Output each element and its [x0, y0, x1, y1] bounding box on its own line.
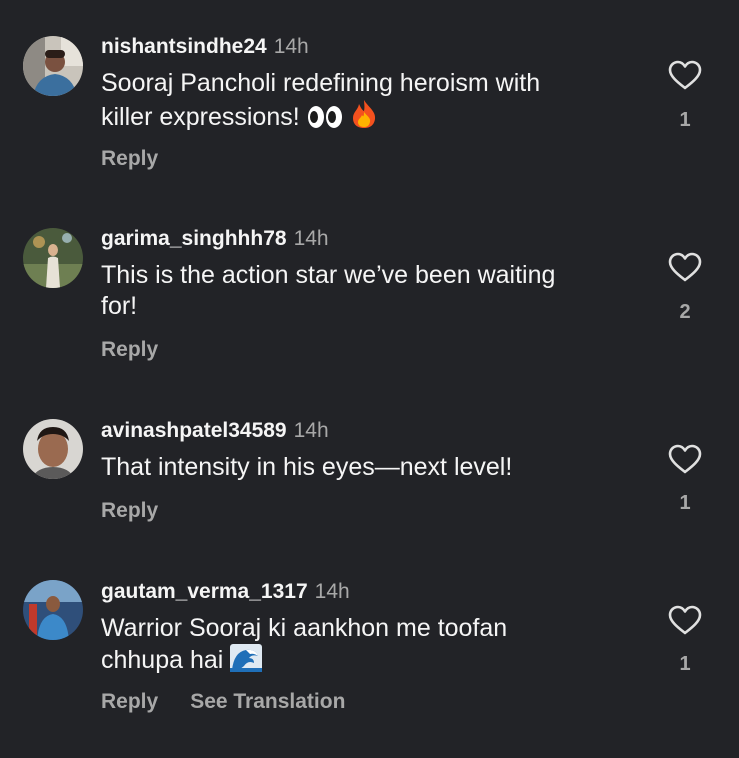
- reply-button[interactable]: Reply: [101, 147, 158, 170]
- reply-button[interactable]: Reply: [101, 338, 158, 361]
- reply-button[interactable]: Reply: [101, 690, 158, 713]
- heart-icon[interactable]: [668, 605, 702, 635]
- comment-text: This is the action star we’ve been waiti…: [101, 260, 641, 322]
- comment-text-body: This is the action star we’ve been waiti…: [101, 261, 556, 320]
- heart-icon[interactable]: [668, 444, 702, 474]
- avatar-photo-icon: [23, 419, 83, 479]
- avatar-photo-icon: [23, 228, 83, 288]
- fire-emoji-icon: [350, 99, 378, 137]
- comment-actions: Reply: [101, 498, 158, 524]
- username[interactable]: avinashpatel34589: [101, 419, 287, 442]
- username-line: gautam_verma_1317 14h: [101, 579, 350, 605]
- heart-icon[interactable]: [668, 60, 702, 90]
- timestamp: 14h: [273, 35, 309, 58]
- username[interactable]: gautam_verma_1317: [101, 580, 308, 603]
- avatar[interactable]: [23, 419, 83, 479]
- avatar[interactable]: [23, 228, 83, 288]
- comment-text: Sooraj Pancholi redefining heroism with …: [101, 68, 641, 137]
- like-count: 1: [679, 492, 691, 514]
- avatar-photo-icon: [23, 36, 83, 96]
- username-line: garima_singhhh78 14h: [101, 226, 329, 252]
- username[interactable]: garima_singhhh78: [101, 227, 287, 250]
- eyes-emoji-icon: [307, 105, 343, 137]
- avatar-photo-icon: [23, 580, 83, 640]
- reply-button[interactable]: Reply: [101, 499, 158, 522]
- username[interactable]: nishantsindhe24: [101, 35, 267, 58]
- avatar[interactable]: [23, 580, 83, 640]
- timestamp: 14h: [293, 227, 329, 250]
- like-count: 1: [679, 653, 691, 675]
- comment-text: That intensity in his eyes—next level!: [101, 452, 641, 483]
- username-line: avinashpatel34589 14h: [101, 418, 329, 444]
- see-translation-button[interactable]: See Translation: [190, 690, 345, 713]
- comment-text: Warrior Sooraj ki aankhon me toofan chhu…: [101, 613, 641, 680]
- heart-icon[interactable]: [668, 252, 702, 282]
- like-count: 1: [679, 109, 691, 131]
- comment-text-body: That intensity in his eyes—next level!: [101, 453, 513, 481]
- wave-emoji-icon: [230, 644, 263, 680]
- timestamp: 14h: [314, 580, 350, 603]
- like-count: 2: [679, 301, 691, 323]
- username-line: nishantsindhe24 14h: [101, 34, 309, 60]
- comment-actions: Reply: [101, 337, 158, 363]
- avatar[interactable]: [23, 36, 83, 96]
- comment-text-body: Warrior Sooraj ki aankhon me toofan chhu…: [101, 614, 508, 674]
- comment-actions: Reply See Translation: [101, 689, 345, 715]
- comment-actions: Reply: [101, 146, 158, 172]
- timestamp: 14h: [293, 419, 329, 442]
